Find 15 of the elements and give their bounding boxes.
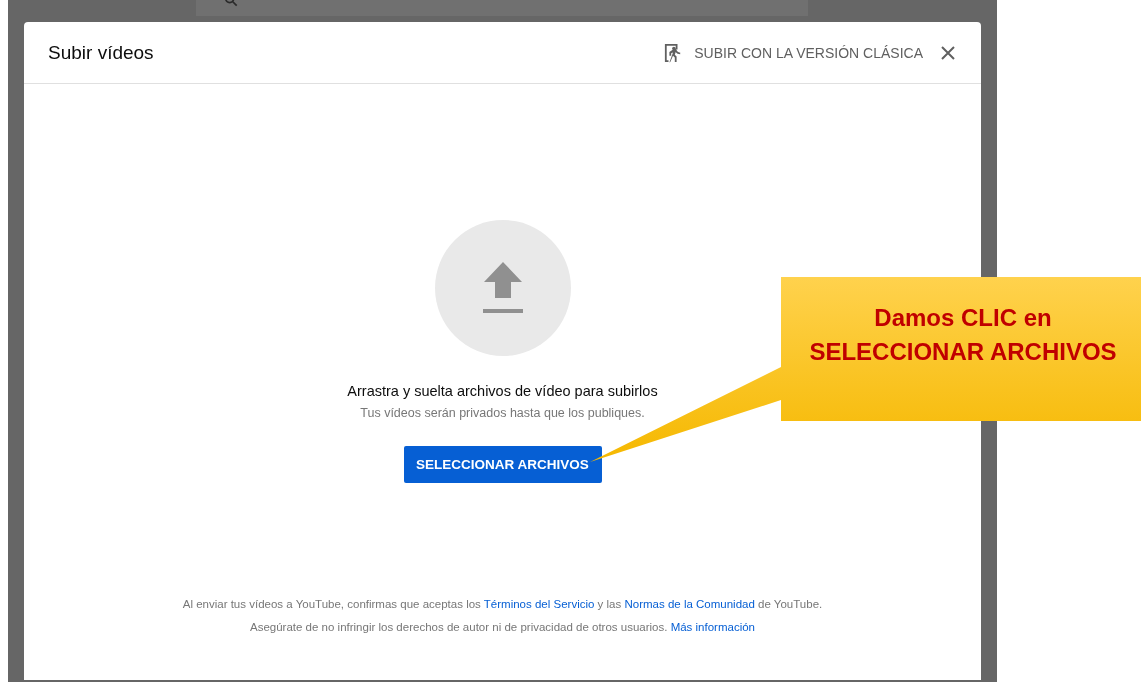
exit-person-icon bbox=[664, 42, 683, 63]
upload-arrow-icon bbox=[481, 262, 524, 314]
callout-text: Damos CLIC en SELECCIONAR ARCHIVOS bbox=[808, 303, 1118, 367]
drop-instruction: Arrastra y suelta archivos de vídeo para subirlos bbox=[347, 383, 658, 399]
classic-version-link[interactable]: SUBIR CON LA VERSIÓN CLÁSICA bbox=[694, 44, 923, 61]
terms-text: Asegúrate de no infringir los derechos de autor ni de privacidad de otros usuarios. Más información bbox=[250, 620, 755, 635]
terms-text: Al enviar tus vídeos a YouTube, confirmas que aceptas los Términos del Servicio y las Normas de la Comunidad de YouTube. bbox=[182, 597, 823, 612]
policy-link[interactable]: Más información bbox=[670, 621, 755, 633]
policy-link[interactable]: Términos del Servicio bbox=[483, 598, 595, 610]
policy-link[interactable]: Normas de la Comunidad bbox=[624, 598, 755, 610]
select-files-button[interactable]: SELECCIONAR ARCHIVOS bbox=[403, 446, 602, 483]
privacy-note: Tus vídeos serán privados hasta que los publiques. bbox=[360, 406, 645, 420]
close-icon bbox=[941, 45, 955, 60]
dialog-title: Subir vídeos bbox=[48, 41, 154, 64]
close-button[interactable] bbox=[939, 43, 957, 62]
